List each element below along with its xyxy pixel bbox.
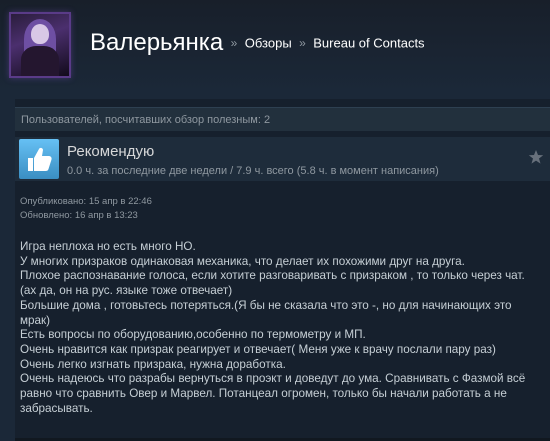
recommendation-title: Рекомендую	[67, 143, 155, 160]
published-value: 15 апр в 22:46	[88, 196, 152, 207]
review-line: Очень нравится как призрак реагирует и о…	[20, 342, 496, 356]
recommendation-block: Рекомендую 0.0 ч. за последние две недел…	[15, 137, 550, 181]
review-line: (ах да, он на рус. языке тоже отвечает)	[20, 284, 233, 298]
published-label: Опубликовано:	[20, 196, 87, 207]
breadcrumb-game-link[interactable]: Bureau of Contacts	[313, 36, 424, 51]
review-line: мрак)	[20, 313, 51, 327]
breadcrumb-separator: »	[230, 36, 238, 50]
review-line: Очень легко изгнать призрака, нужна дора…	[20, 357, 286, 371]
review-panel: Пользователей, посчитавших обзор полезны…	[15, 99, 550, 441]
updated-label: Обновлено:	[20, 210, 73, 221]
review-line: Есть вопросы по оборудованию,особенно по…	[20, 328, 366, 342]
profile-header: Валерьянка » Обзоры » Bureau of Contacts	[0, 0, 550, 92]
review-body: Игра неплоха но есть много НО. У многих …	[20, 240, 532, 416]
review-line: Большие дома , готовьтесь потеряться.(Я …	[20, 298, 512, 312]
user-name-link[interactable]: Валерьянка	[90, 29, 223, 56]
avatar[interactable]	[9, 12, 71, 78]
hours-played: 0.0 ч. за последние две недели / 7.9 ч. …	[67, 165, 439, 177]
thumbs-up-icon	[19, 139, 59, 179]
breadcrumb-reviews-link[interactable]: Обзоры	[245, 36, 292, 51]
review-line: забрасывать.	[20, 401, 93, 415]
updated-date: Обновлено: 16 апр в 13:23	[20, 210, 138, 221]
review-line: Очень надеюсь что разрабы вернуться в пр…	[20, 372, 526, 386]
published-date: Опубликовано: 15 апр в 22:46	[20, 196, 152, 207]
star-icon[interactable]	[528, 149, 544, 165]
breadcrumb: Валерьянка » Обзоры » Bureau of Contacts	[90, 29, 425, 57]
helpful-count: Пользователей, посчитавших обзор полезны…	[15, 107, 550, 131]
review-line: Плохое распознавание голоса, если хотите…	[20, 269, 525, 283]
breadcrumb-separator: »	[299, 36, 306, 50]
review-line: У многих призраков одинаковая механика, …	[20, 254, 465, 268]
review-line: Игра неплоха но есть много НО.	[20, 240, 196, 253]
updated-value: 16 апр в 13:23	[74, 210, 138, 221]
review-line: равно что сравнить Овер и Марвел. Потанц…	[20, 387, 507, 401]
